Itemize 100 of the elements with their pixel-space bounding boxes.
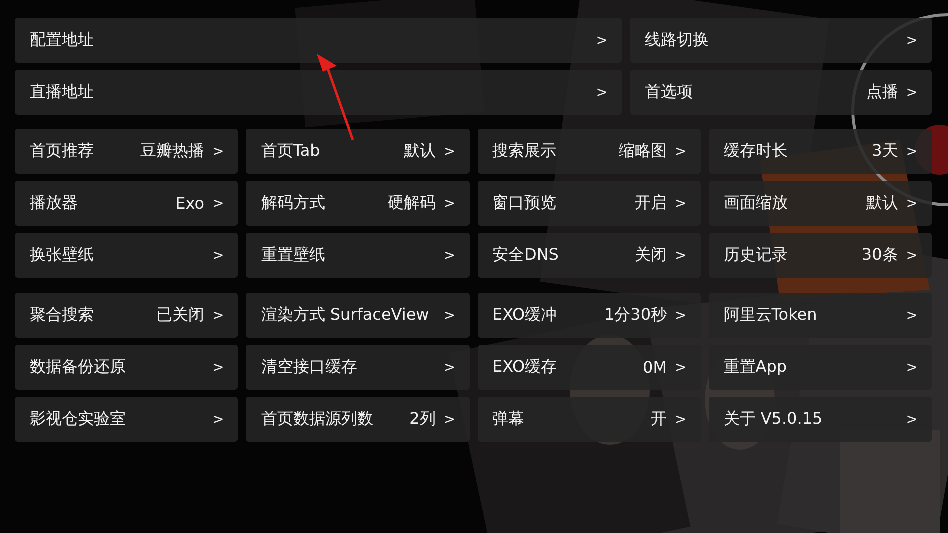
setting-label: 阿里云Token	[724, 305, 818, 326]
setting-item[interactable]: 重置壁纸 >	[246, 233, 470, 278]
setting-item[interactable]: 缓存时长 3天 >	[708, 129, 932, 174]
setting-item[interactable]: 阿里云Token >	[708, 293, 932, 338]
setting-label: EXO缓存	[492, 357, 558, 378]
setting-label: 渲染方式 SurfaceView	[261, 305, 430, 326]
setting-item[interactable]: 首页Tab 默认 >	[246, 129, 470, 174]
chevron: >	[444, 196, 456, 212]
setting-item[interactable]: 首页数据源列数 2列 >	[246, 397, 470, 442]
chevron: >	[212, 412, 224, 428]
setting-label: 清空接口缓存	[261, 357, 358, 378]
setting-item[interactable]: 聚合搜索 已关闭 >	[15, 293, 238, 338]
chevron: >	[906, 32, 918, 48]
setting-value: 豆瓣热播	[140, 141, 205, 162]
setting-label: 搜索展示	[492, 141, 556, 162]
setting-label: 画面缩放	[724, 193, 788, 214]
chevron: >	[675, 144, 687, 160]
setting-value: 默认	[404, 141, 436, 162]
setting-item[interactable]: 渲染方式 SurfaceView >	[246, 293, 470, 338]
setting-item[interactable]: 窗口预览 开启 >	[478, 181, 701, 226]
setting-item[interactable]: 换张壁纸 >	[15, 233, 238, 278]
chevron: >	[906, 308, 918, 324]
setting-label: EXO缓冲	[492, 305, 558, 326]
chevron: >	[444, 144, 456, 160]
chevron: >	[212, 360, 224, 376]
setting-label: 首页Tab	[261, 141, 320, 162]
setting-item[interactable]: 直播地址 >	[15, 70, 622, 115]
setting-value: 关闭	[635, 245, 668, 266]
chevron: >	[906, 144, 918, 160]
chevron: >	[212, 308, 224, 324]
chevron: >	[212, 196, 224, 212]
setting-label: 影视仓实验室	[30, 409, 126, 430]
chevron: >	[675, 412, 687, 428]
setting-value: 点播	[866, 82, 898, 103]
setting-item[interactable]: 首选项 点播 >	[630, 70, 932, 115]
chevron: >	[212, 144, 224, 160]
chevron: >	[444, 248, 456, 264]
setting-label: 历史记录	[724, 245, 788, 266]
setting-item[interactable]: 播放器 Exo >	[15, 181, 238, 226]
setting-item[interactable]: 配置地址 >	[15, 18, 622, 63]
setting-item[interactable]: 首页推荐 豆瓣热播 >	[15, 129, 238, 174]
setting-item[interactable]: 线路切换 >	[630, 18, 932, 63]
setting-item[interactable]: EXO缓冲 1分30秒 >	[478, 293, 701, 338]
setting-item[interactable]: 弹幕 开 >	[478, 397, 701, 442]
setting-value: 硬解码	[388, 193, 436, 214]
chevron: >	[444, 412, 456, 428]
setting-value: 2列	[410, 409, 436, 430]
setting-label: 首页数据源列数	[261, 409, 374, 430]
setting-item[interactable]: EXO缓存 0M >	[478, 345, 701, 390]
chevron: >	[675, 308, 687, 324]
setting-item[interactable]: 数据备份还原 >	[15, 345, 238, 390]
chevron: >	[444, 360, 456, 376]
setting-label: 数据备份还原	[30, 357, 126, 378]
chevron: >	[212, 248, 224, 264]
setting-value: 1分30秒	[604, 305, 668, 326]
setting-value: Exo	[176, 194, 205, 213]
chevron: >	[906, 412, 918, 428]
setting-value: 30条	[862, 245, 898, 266]
setting-item[interactable]: 解码方式 硬解码 >	[246, 181, 470, 226]
chevron: >	[675, 196, 687, 212]
setting-value: 已关闭	[156, 305, 205, 326]
chevron: >	[444, 308, 456, 324]
setting-label: 安全DNS	[492, 245, 559, 266]
setting-label: 配置地址	[30, 30, 94, 51]
chevron: >	[906, 360, 918, 376]
setting-label: 缓存时长	[724, 141, 788, 162]
setting-label: 重置App	[724, 357, 788, 378]
setting-label: 线路切换	[645, 30, 709, 51]
setting-item[interactable]: 关于 V5.0.15 >	[708, 397, 932, 442]
chevron: >	[596, 32, 608, 48]
chevron: >	[675, 248, 687, 264]
setting-value: 开	[651, 409, 668, 430]
setting-label: 窗口预览	[492, 193, 556, 214]
setting-item[interactable]: 搜索展示 缩略图 >	[478, 129, 701, 174]
chevron: >	[906, 248, 918, 264]
setting-value: 默认	[866, 193, 898, 214]
setting-label: 播放器	[30, 193, 78, 214]
setting-label: 重置壁纸	[261, 245, 326, 266]
setting-value: 缩略图	[619, 141, 668, 162]
setting-label: 换张壁纸	[30, 245, 94, 266]
setting-item[interactable]: 清空接口缓存 >	[246, 345, 470, 390]
setting-item[interactable]: 历史记录 30条 >	[708, 233, 932, 278]
setting-item[interactable]: 安全DNS 关闭 >	[478, 233, 701, 278]
setting-label: 直播地址	[30, 82, 94, 103]
setting-item[interactable]: 重置App >	[708, 345, 932, 390]
chevron: >	[596, 84, 608, 100]
setting-label: 首选项	[645, 82, 693, 103]
setting-label: 解码方式	[261, 193, 326, 214]
setting-value: 3天	[872, 141, 898, 162]
setting-item[interactable]: 画面缩放 默认 >	[708, 181, 932, 226]
setting-label: 首页推荐	[30, 141, 94, 162]
chevron: >	[906, 84, 918, 100]
setting-label: 聚合搜索	[30, 305, 94, 326]
setting-label: 关于 V5.0.15	[724, 409, 823, 430]
chevron: >	[906, 196, 918, 212]
setting-label: 弹幕	[492, 409, 524, 430]
setting-value: 0M	[643, 358, 668, 377]
setting-value: 开启	[635, 193, 668, 214]
setting-item[interactable]: 影视仓实验室 >	[15, 397, 238, 442]
chevron: >	[675, 360, 687, 376]
